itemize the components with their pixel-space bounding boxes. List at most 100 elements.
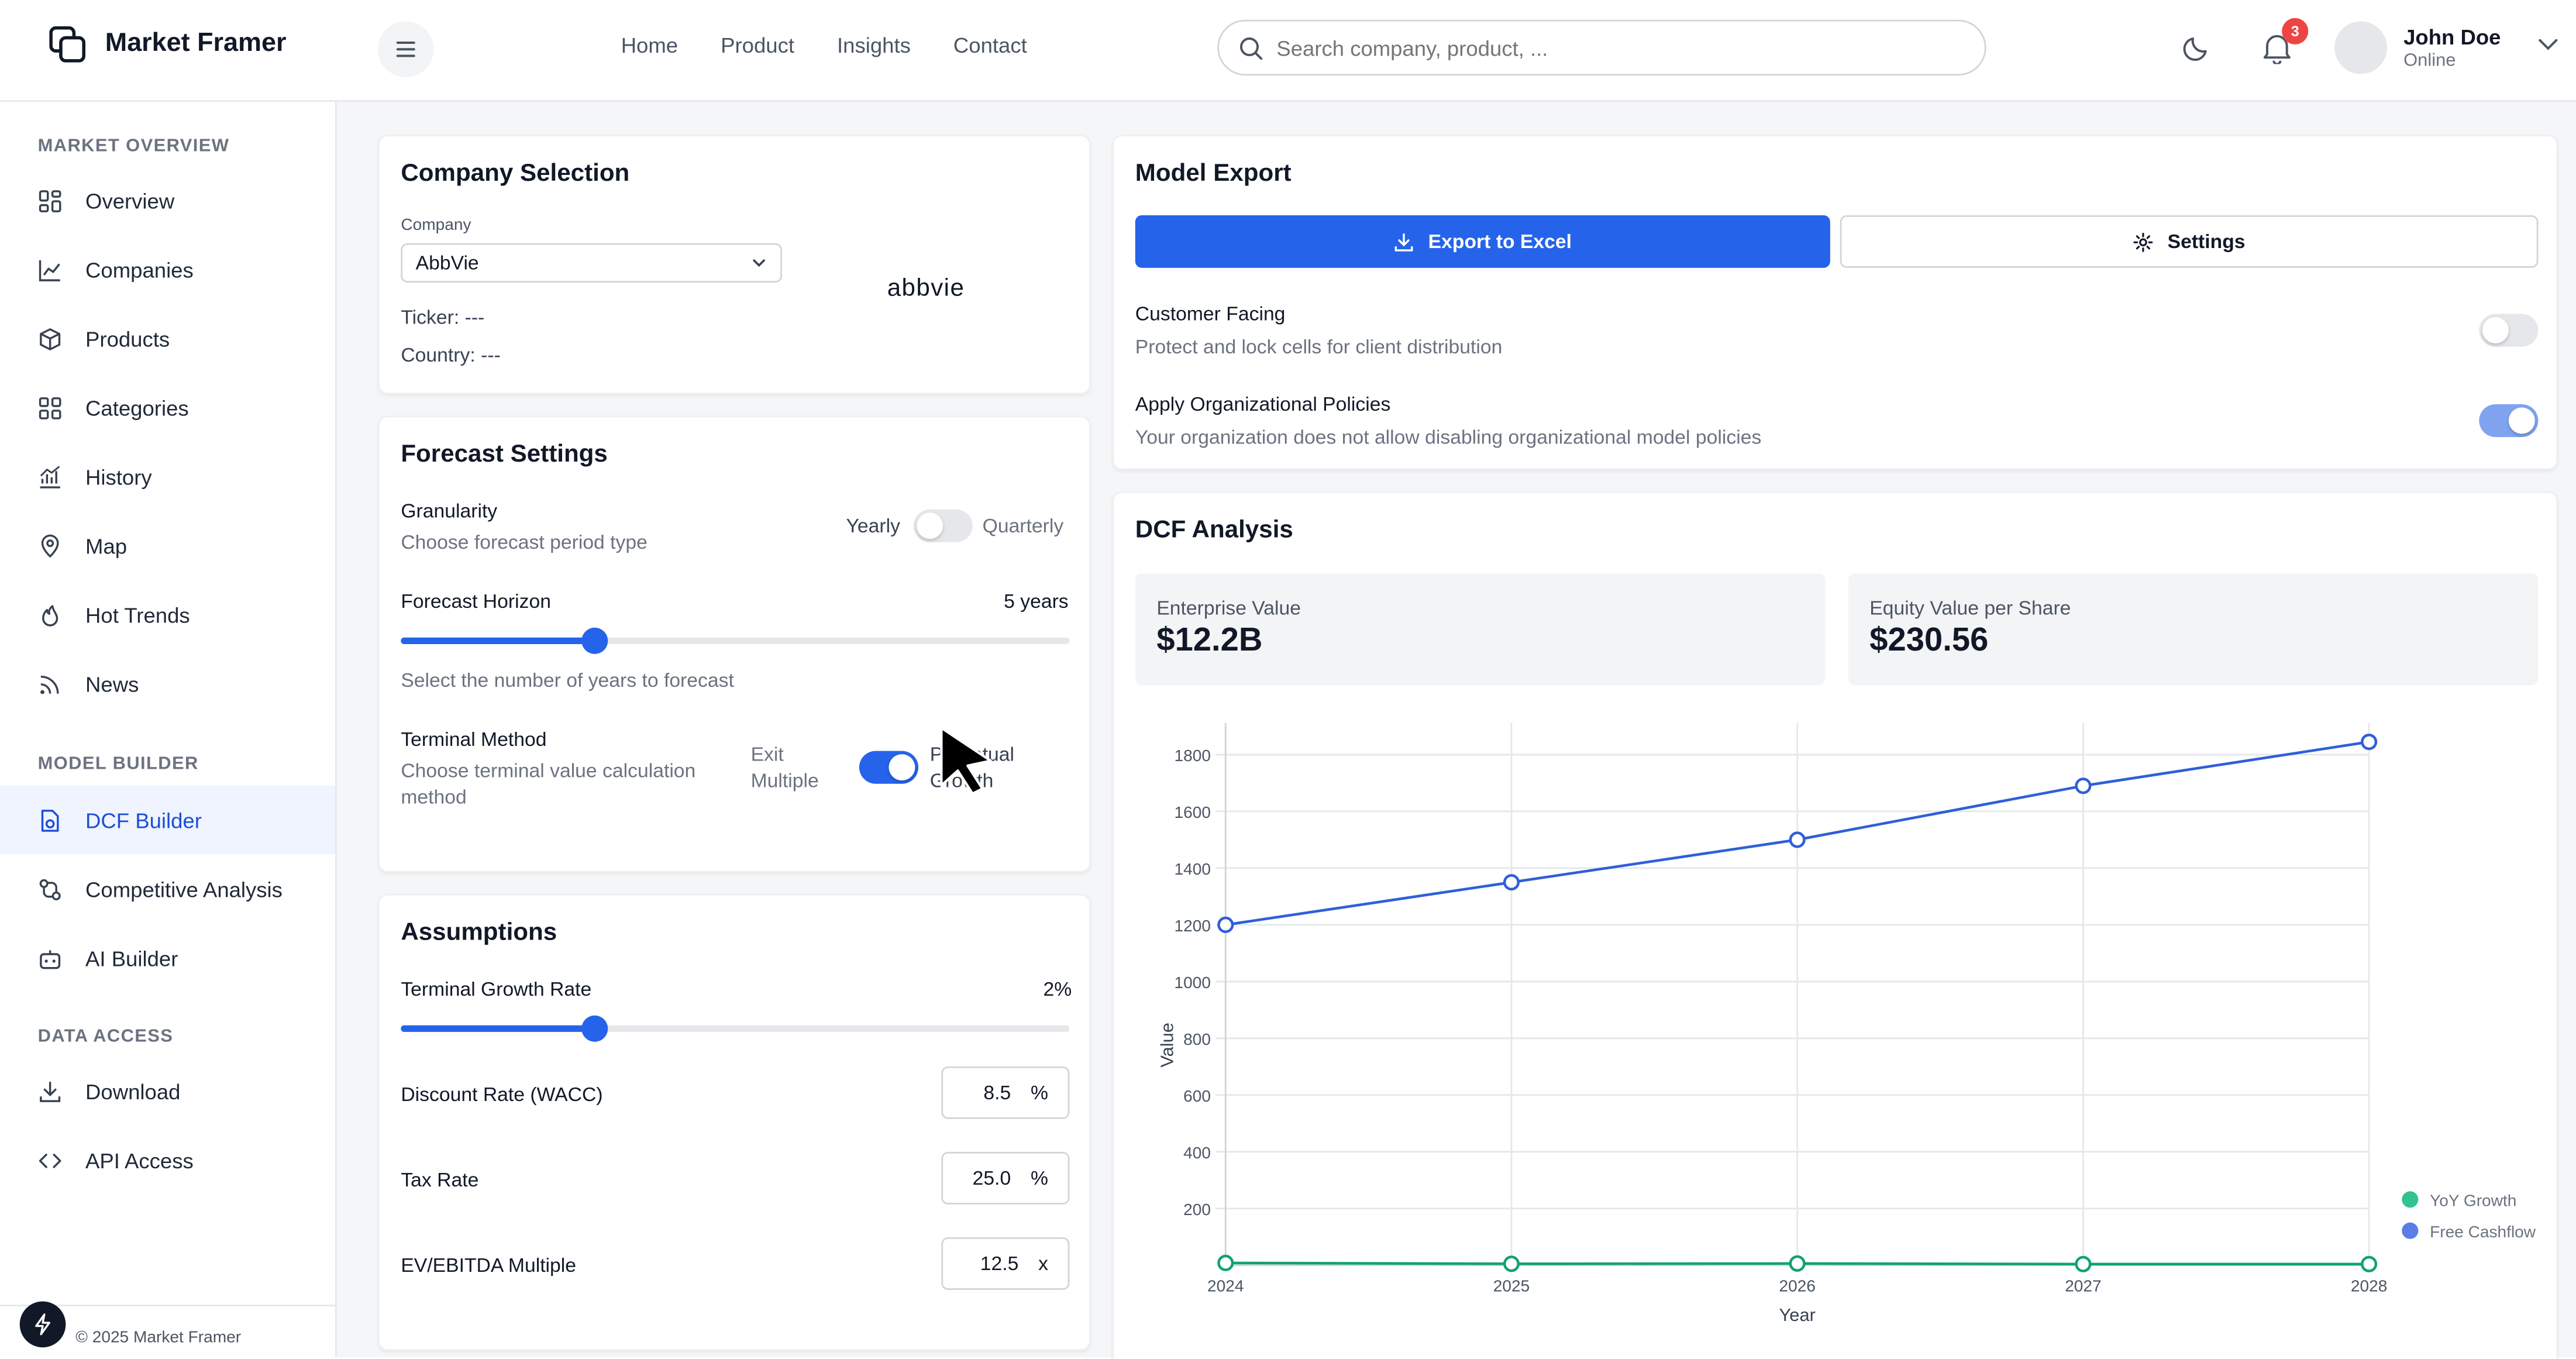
exit-multiple-1: Exit: [750, 742, 784, 766]
export-excel-button[interactable]: Export to Excel: [1135, 215, 1830, 268]
ticker-label: Ticker:: [401, 305, 460, 329]
code-icon: [39, 1152, 61, 1168]
main-content: Company Selection Company AbbVie abbvie …: [336, 102, 2576, 1359]
y-tick-label: 400: [1183, 1144, 1211, 1162]
tgr-value: 2%: [1043, 978, 1072, 1001]
brand-name: Market Framer: [105, 29, 287, 58]
sidebar-item-history[interactable]: History: [0, 442, 335, 511]
sidebar-item-products[interactable]: Products: [0, 304, 335, 373]
tgr-slider[interactable]: [401, 1015, 1070, 1042]
rss-icon: [40, 675, 59, 694]
toggle-knob: [917, 512, 943, 539]
option-quarterly: Quarterly: [982, 514, 1064, 538]
enterprise-value: $12.2B: [1156, 622, 1263, 659]
ev-ebitda-input[interactable]: 12.5 x: [941, 1237, 1070, 1290]
search-icon: [1240, 36, 1263, 59]
x-tick-label: 2028: [2351, 1277, 2387, 1295]
sidebar-item-competitive-analysis[interactable]: Competitive Analysis: [0, 855, 335, 924]
sidebar-item-download[interactable]: Download: [0, 1057, 335, 1126]
user-name: John Doe: [2403, 25, 2501, 50]
x-tick-label: 2027: [2065, 1277, 2101, 1295]
sidebar-item-overview[interactable]: Overview: [0, 166, 335, 235]
nav-insights[interactable]: Insights: [837, 33, 911, 57]
gear-icon: [2134, 232, 2154, 252]
company-selection-card: Company Selection Company AbbVie abbvie …: [378, 135, 1091, 395]
wacc-value: 8.5: [983, 1081, 1011, 1105]
bolt-button[interactable]: [19, 1301, 66, 1348]
wacc-label: Discount Rate (WACC): [401, 1082, 603, 1106]
y-tick-label: 200: [1183, 1200, 1211, 1219]
section-model-builder: MODEL BUILDER: [37, 754, 199, 774]
data-point: [1217, 916, 1234, 933]
country-value: ---: [481, 343, 501, 367]
tax-unit: %: [1030, 1167, 1048, 1190]
company-select[interactable]: AbbVie: [401, 243, 782, 283]
org-policies-label: Apply Organizational Policies: [1135, 393, 1391, 416]
terminal-method-toggle[interactable]: [859, 751, 919, 784]
menu-toggle-button[interactable]: [378, 21, 434, 78]
x-axis-label: Year: [1779, 1305, 1816, 1325]
brand[interactable]: Market Framer: [49, 26, 287, 63]
sidebar-item-label: News: [85, 671, 139, 696]
nav-contact[interactable]: Contact: [953, 33, 1027, 57]
nav-home[interactable]: Home: [621, 33, 678, 57]
hamburger-icon: [396, 42, 415, 57]
sidebar-item-label: Categories: [85, 395, 189, 420]
org-policies-toggle[interactable]: [2479, 404, 2539, 438]
dark-mode-icon[interactable]: [2182, 33, 2212, 63]
slider-thumb[interactable]: [581, 627, 608, 654]
notification-badge: 3: [2282, 18, 2309, 44]
enterprise-value-label: Enterprise Value: [1156, 596, 1301, 620]
y-tick-label: 800: [1183, 1030, 1211, 1048]
wacc-input[interactable]: 8.5%: [941, 1066, 1070, 1119]
y-tick-label: 1600: [1175, 803, 1211, 821]
legend-swatch: [2402, 1222, 2419, 1239]
bolt-icon: [35, 1313, 50, 1336]
legend-label: YoY Growth: [2430, 1192, 2516, 1210]
sidebar-item-label: Map: [85, 533, 128, 558]
horizon-slider[interactable]: [401, 627, 1070, 654]
card-title: Assumptions: [401, 918, 557, 947]
granularity-toggle[interactable]: [913, 509, 973, 542]
enterprise-value-metric: Enterprise Value $12.2B: [1135, 573, 1826, 686]
ticker-value: ---: [464, 305, 485, 329]
settings-button[interactable]: Settings: [1840, 215, 2539, 268]
top-nav: Home Product Insights Contact: [621, 33, 1027, 57]
sidebar-item-label: History: [85, 464, 152, 489]
bar-chart-icon: [39, 259, 60, 281]
sidebar-item-news[interactable]: News: [0, 649, 335, 718]
y-tick-label: 1000: [1175, 973, 1211, 992]
card-title: Company Selection: [401, 159, 630, 188]
search-box: [1217, 19, 1986, 76]
sidebar-item-map[interactable]: Map: [0, 511, 335, 580]
sidebar-item-label: Download: [85, 1078, 181, 1104]
sidebar-item-categories[interactable]: Categories: [0, 373, 335, 442]
customer-facing-label: Customer Facing: [1135, 302, 1286, 326]
terminal-sub-1: Choose terminal value calculation: [401, 759, 696, 782]
granularity-label: Granularity: [401, 499, 498, 523]
sidebar-item-hot-trends[interactable]: Hot Trends: [0, 580, 335, 649]
sidebar-item-api-access[interactable]: API Access: [0, 1126, 335, 1195]
search-input[interactable]: [1276, 35, 1934, 60]
chevron-down-icon[interactable]: [2538, 38, 2558, 51]
ev-ebitda-label: EV/EBITDA Multiple: [401, 1254, 577, 1277]
ev-ebitda-unit: x: [1038, 1252, 1048, 1275]
slider-thumb[interactable]: [581, 1015, 608, 1042]
ticker-row: Ticker: ---: [401, 305, 484, 328]
nav-product[interactable]: Product: [721, 33, 794, 57]
robot-icon: [40, 949, 61, 968]
slider-fill: [401, 1025, 595, 1032]
y-tick-label: 1800: [1175, 746, 1211, 765]
forecast-settings-card: Forecast Settings Granularity Choose for…: [378, 415, 1091, 873]
sidebar-item-dcf-builder[interactable]: DCF Builder: [0, 785, 335, 855]
data-point: [2075, 777, 2092, 794]
mouse-cursor-icon: [940, 727, 992, 795]
company-selected: AbbVie: [415, 251, 479, 275]
sidebar-item-ai-builder[interactable]: AI Builder: [0, 923, 335, 992]
tax-input[interactable]: 25.0%: [941, 1151, 1070, 1205]
sidebar-item-companies[interactable]: Companies: [0, 235, 335, 304]
avatar[interactable]: [2334, 21, 2388, 74]
customer-facing-toggle[interactable]: [2479, 314, 2539, 347]
x-tick-label: 2024: [1207, 1277, 1244, 1295]
sidebar-item-label: Overview: [85, 188, 175, 213]
